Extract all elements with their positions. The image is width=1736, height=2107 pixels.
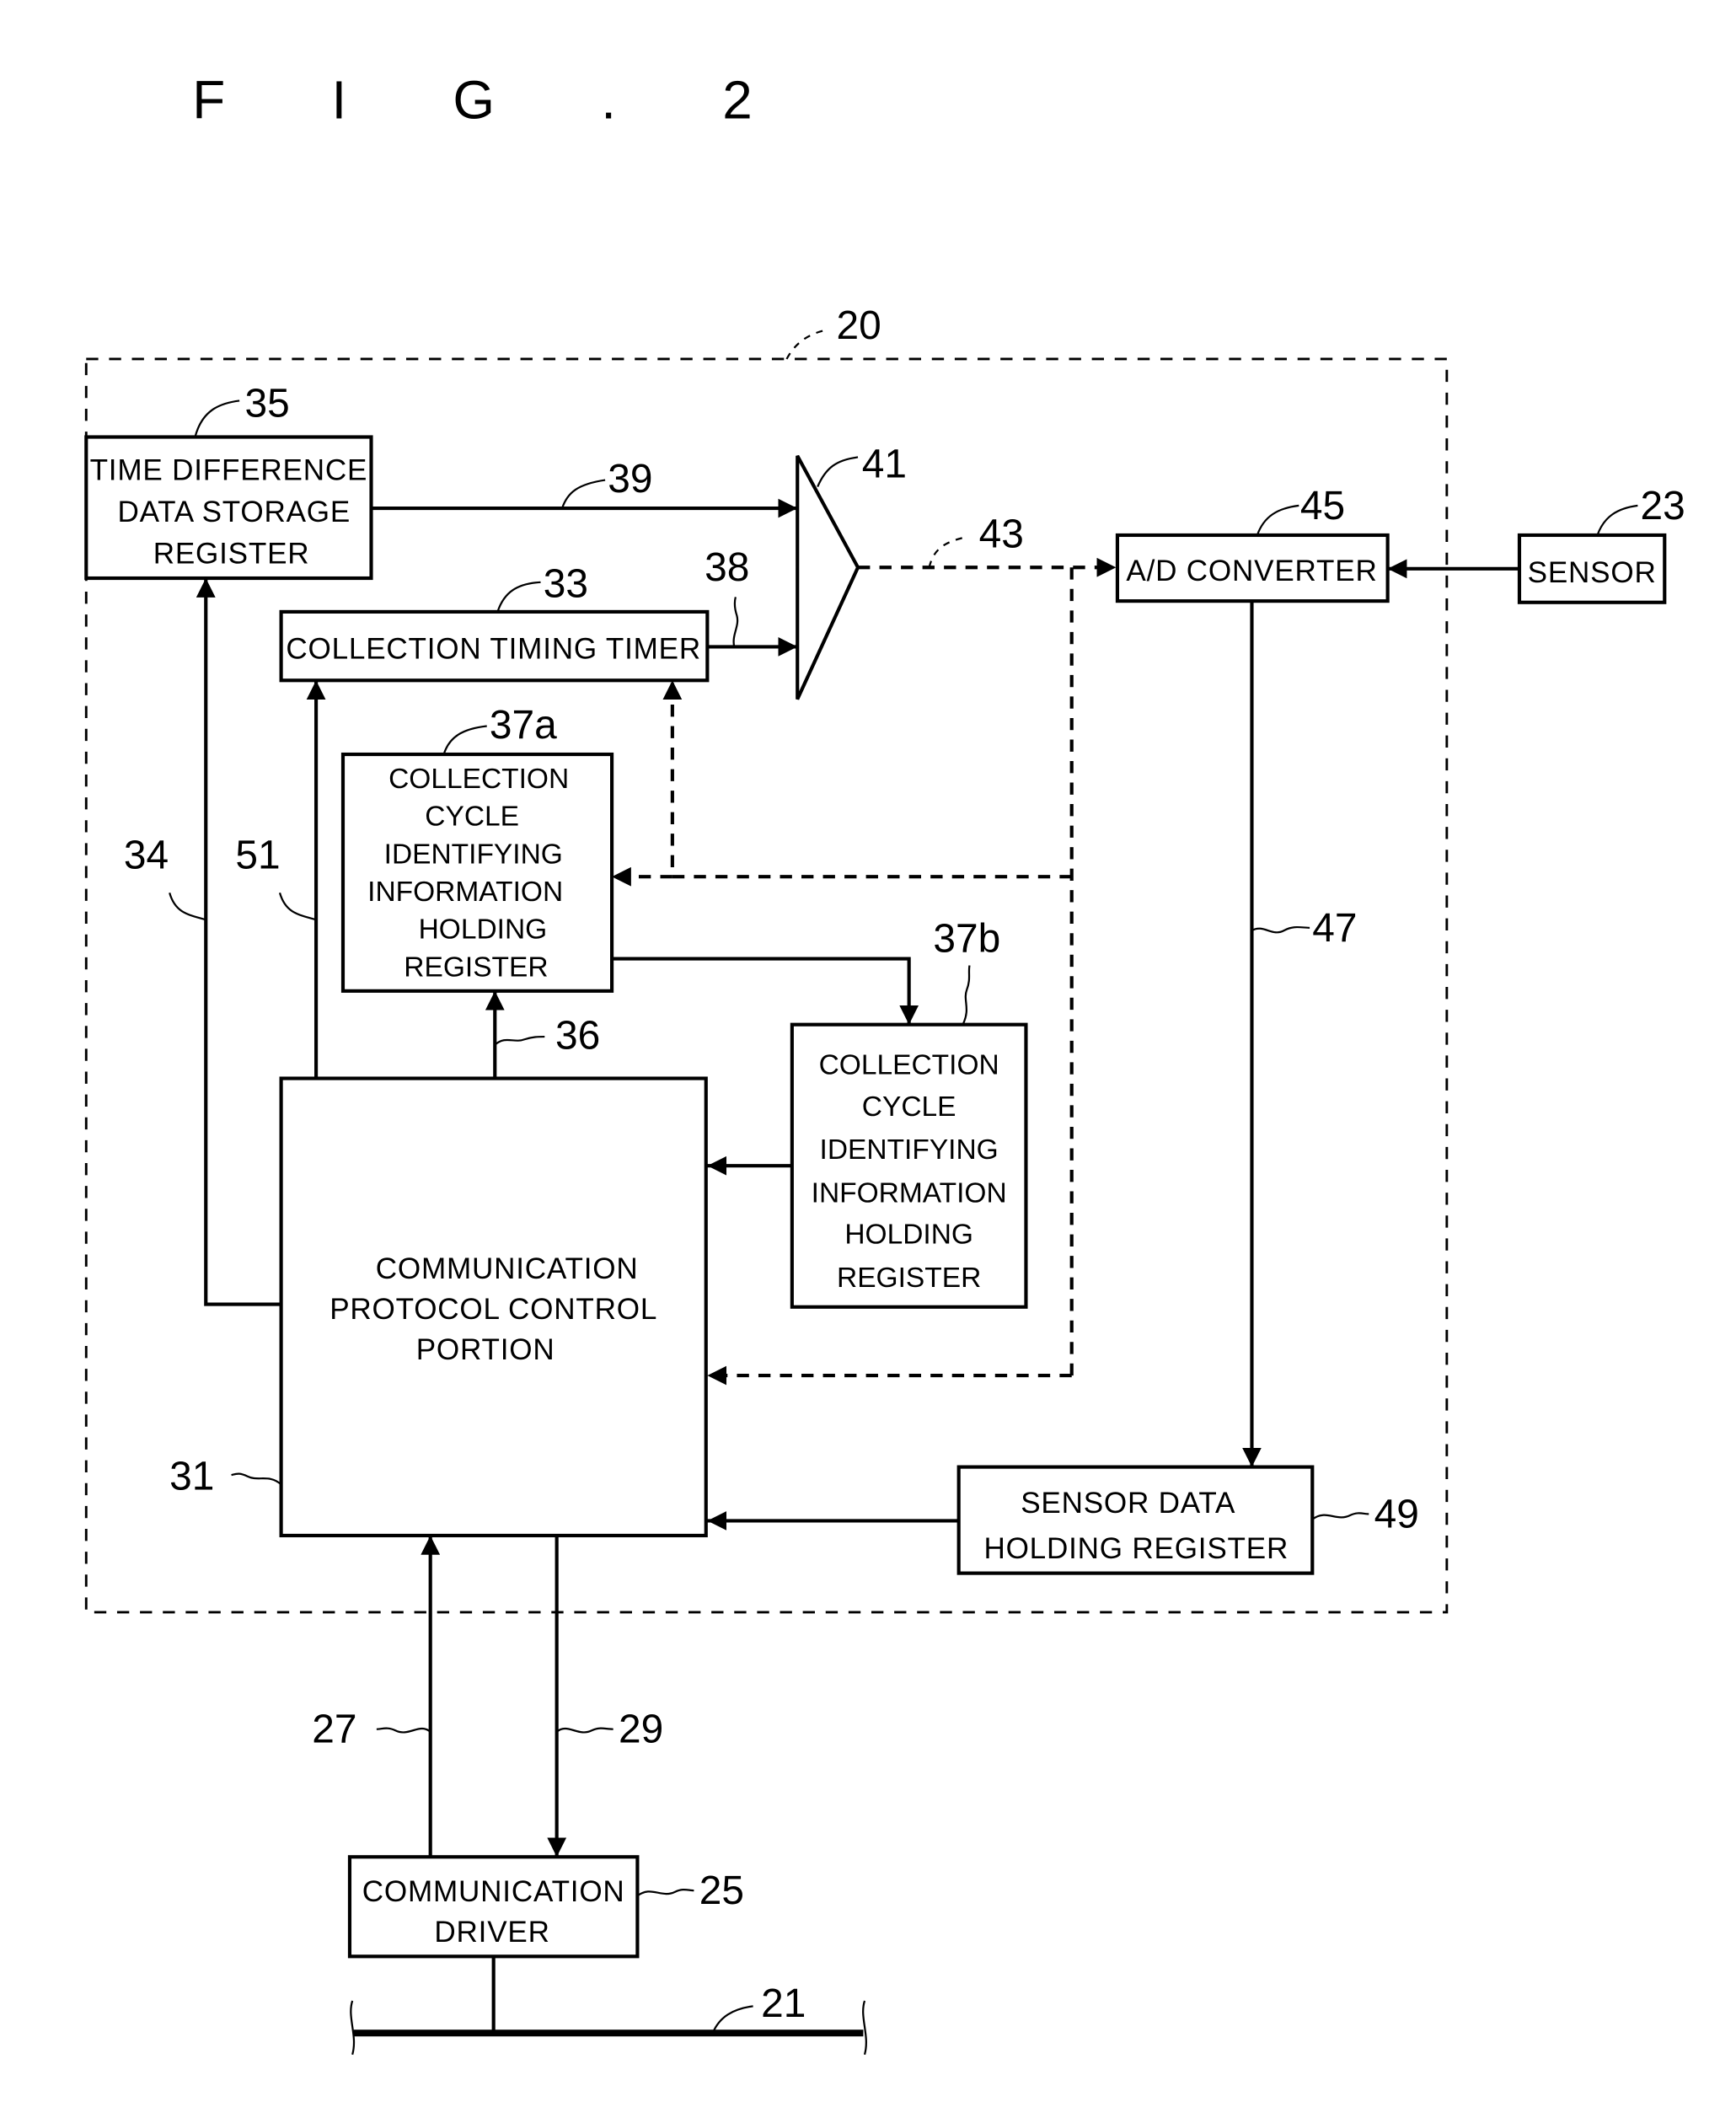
leader-49 (1311, 1512, 1369, 1520)
multiplexer[interactable] (796, 454, 860, 700)
svg-text:COLLECTION TIMING TIMER: COLLECTION TIMING TIMER (286, 633, 701, 666)
ref-36: 36 (555, 1013, 600, 1058)
time-difference-register[interactable]: TIME DIFFERENCE DATA STORAGE REGISTER (84, 435, 373, 581)
comm-protocol-control[interactable]: COMMUNICATION PROTOCOL CONTROL PORTION (279, 1076, 708, 1538)
cycle-register-37a[interactable]: COLLECTION CYCLE IDENTIFYING INFORMATION… (340, 752, 614, 993)
ref-37a: 37a (490, 703, 557, 748)
ref-37b: 37b (933, 917, 1000, 962)
ref-41: 41 (862, 442, 907, 486)
svg-text:DRIVER: DRIVER (434, 1916, 549, 1949)
communication-driver[interactable]: COMMUNICATION DRIVER (347, 1855, 640, 1959)
figure-title: F I G . 2 (192, 69, 798, 130)
svg-text:HOLDING: HOLDING (844, 1220, 973, 1251)
leader-33 (496, 581, 541, 613)
svg-text:INFORMATION: INFORMATION (367, 877, 563, 908)
collection-timing-timer[interactable]: COLLECTION TIMING TIMER (279, 609, 710, 683)
leader-37b (962, 965, 971, 1026)
unit-leader (785, 328, 829, 360)
ref-23: 23 (1641, 484, 1685, 528)
svg-text:HOLDING: HOLDING (419, 914, 548, 946)
svg-text:A/D CONVERTER: A/D CONVERTER (1126, 555, 1377, 587)
leader-41 (817, 456, 859, 487)
svg-text:DATA STORAGE: DATA STORAGE (117, 496, 351, 528)
ref-51: 51 (235, 834, 280, 878)
svg-text:TIME DIFFERENCE: TIME DIFFERENCE (90, 454, 368, 487)
svg-text:CYCLE: CYCLE (862, 1091, 956, 1123)
ref-31: 31 (169, 1455, 214, 1499)
sensor-data-register[interactable]: SENSOR DATA HOLDING REGISTER (956, 1465, 1315, 1575)
svg-text:COLLECTION: COLLECTION (819, 1050, 999, 1081)
svg-text:COLLECTION: COLLECTION (388, 764, 569, 795)
leader-39 (560, 479, 606, 509)
leader-47 (1251, 925, 1310, 934)
ref-33: 33 (544, 561, 588, 606)
bus-break-right (862, 2000, 867, 2056)
svg-text:REGISTER: REGISTER (153, 537, 310, 570)
ref-29: 29 (619, 1708, 663, 1752)
feedback-to-timer (662, 680, 1072, 879)
leader-37a (442, 725, 487, 755)
svg-text:REGISTER: REGISTER (404, 952, 548, 983)
ref-35: 35 (245, 382, 290, 426)
leader-25 (636, 1889, 694, 1897)
svg-text:HOLDING REGISTER: HOLDING REGISTER (983, 1532, 1289, 1565)
svg-text:SENSOR DATA: SENSOR DATA (1021, 1487, 1235, 1520)
cycle-register-37b[interactable]: COLLECTION CYCLE IDENTIFYING INFORMATION… (790, 1022, 1028, 1309)
leader-38 (732, 597, 739, 647)
ref-34: 34 (124, 834, 169, 878)
ad-converter[interactable]: A/D CONVERTER (1115, 533, 1390, 603)
svg-text:PORTION: PORTION (416, 1333, 555, 1366)
svg-text:REGISTER: REGISTER (837, 1263, 981, 1294)
svg-text:CYCLE: CYCLE (425, 802, 519, 833)
leader-23 (1596, 504, 1638, 536)
sensor[interactable]: SENSOR (1517, 533, 1667, 604)
ref-unit: 20 (837, 303, 881, 348)
leader-35 (194, 399, 240, 437)
line-34 (196, 578, 281, 1306)
svg-text:SENSOR: SENSOR (1528, 556, 1657, 589)
svg-text:COMMUNICATION: COMMUNICATION (376, 1252, 639, 1285)
ref-27: 27 (312, 1708, 356, 1752)
leader-45 (1256, 504, 1299, 536)
37a-to-37b-line (612, 957, 919, 1025)
ref-39: 39 (608, 457, 652, 501)
leader-29 (555, 1727, 613, 1734)
leader-34 (169, 893, 206, 921)
svg-text:IDENTIFYING: IDENTIFYING (820, 1134, 999, 1166)
leader-27 (376, 1727, 431, 1734)
svg-text:IDENTIFYING: IDENTIFYING (384, 839, 563, 870)
ref-38: 38 (705, 545, 749, 590)
leader-31 (231, 1472, 282, 1486)
ref-45: 45 (1300, 484, 1345, 528)
ref-47: 47 (1312, 906, 1357, 951)
leader-43 (928, 537, 963, 568)
leader-51 (278, 893, 317, 921)
leader-36 (494, 1035, 545, 1046)
block-diagram: F I G . 2 20 TIME DIFFERENCE DATA STORAG… (84, 69, 1685, 2056)
ref-21: 21 (761, 1981, 806, 2026)
svg-text:INFORMATION: INFORMATION (812, 1177, 1007, 1209)
svg-text:PROTOCOL CONTROL: PROTOCOL CONTROL (330, 1293, 657, 1326)
bus-break-left (350, 2000, 356, 2056)
ref-43: 43 (979, 512, 1024, 556)
ref-49: 49 (1374, 1492, 1419, 1536)
ref-25: 25 (699, 1868, 744, 1913)
leader-21 (711, 2005, 753, 2034)
svg-text:COMMUNICATION: COMMUNICATION (362, 1875, 625, 1908)
